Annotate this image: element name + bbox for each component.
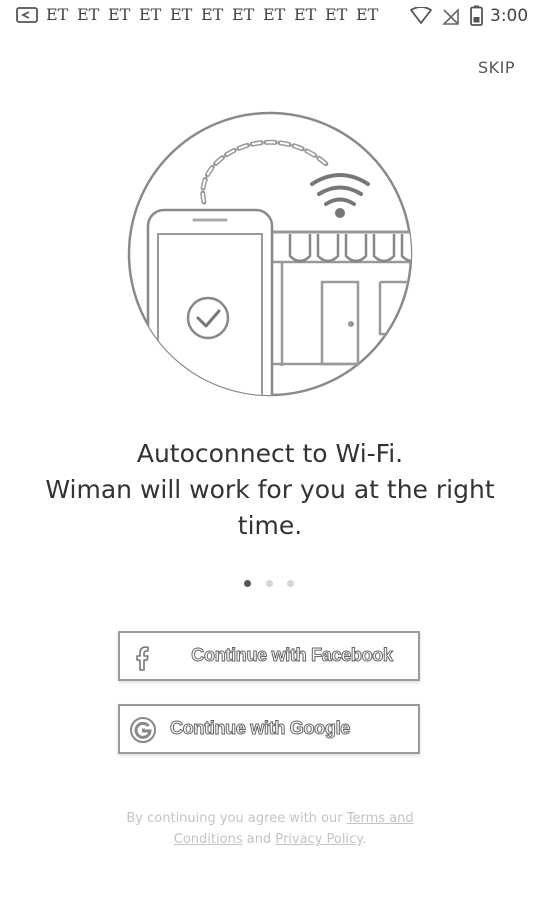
legal-prefix: By continuing you agree with our (126, 811, 347, 826)
carrier-label: ET (325, 5, 348, 24)
check-icon (186, 296, 230, 340)
page-dot-active[interactable] (244, 580, 251, 587)
continue-with-google-button[interactable]: Continue with Google (118, 704, 420, 754)
carrier-label: ET (232, 5, 255, 24)
google-button-label: Continue with Google (170, 718, 351, 739)
carrier-label: ET (108, 5, 131, 24)
carrier-label: ET (46, 5, 69, 24)
no-signal-icon (442, 8, 459, 25)
page-dot[interactable] (287, 580, 294, 587)
message-line: Autoconnect to Wi-Fi. (136, 439, 404, 468)
legal-notice: By continuing you agree with our Terms a… (100, 808, 440, 850)
wifi-icon (410, 7, 432, 24)
carrier-label: ET (294, 5, 317, 24)
page-dot[interactable] (266, 580, 273, 587)
carrier-label: ET (356, 5, 379, 24)
notification-back-icon (16, 7, 38, 23)
carrier-labels: ET ET ET ET ET ET ET ET ET ET ET (46, 5, 387, 24)
continue-with-facebook-button[interactable]: Continue with Facebook (118, 631, 420, 681)
carrier-label: ET (77, 5, 100, 24)
onboarding-message: Autoconnect to Wi-Fi. Wiman will work fo… (20, 436, 520, 544)
status-bar: ET ET ET ET ET ET ET ET ET ET ET 3:00 (0, 0, 540, 34)
carrier-label: ET (170, 5, 193, 24)
message-line: time. (237, 511, 303, 540)
page-indicator (244, 580, 296, 590)
carrier-label: ET (139, 5, 162, 24)
legal-suffix: . (362, 832, 367, 847)
carrier-label: ET (201, 5, 224, 24)
clock: 3:00 (490, 6, 529, 26)
facebook-icon (136, 646, 149, 671)
onboarding-illustration (127, 111, 413, 397)
carrier-label: ET (263, 5, 286, 24)
legal-middle: and (242, 832, 276, 847)
google-icon (130, 717, 156, 743)
message-line: Wiman will work for you at the right (45, 475, 495, 504)
privacy-policy-link[interactable]: Privacy Policy (275, 832, 362, 847)
battery-icon (470, 5, 483, 26)
skip-button[interactable]: SKIP (478, 58, 515, 77)
facebook-button-label: Continue with Facebook (191, 645, 394, 666)
